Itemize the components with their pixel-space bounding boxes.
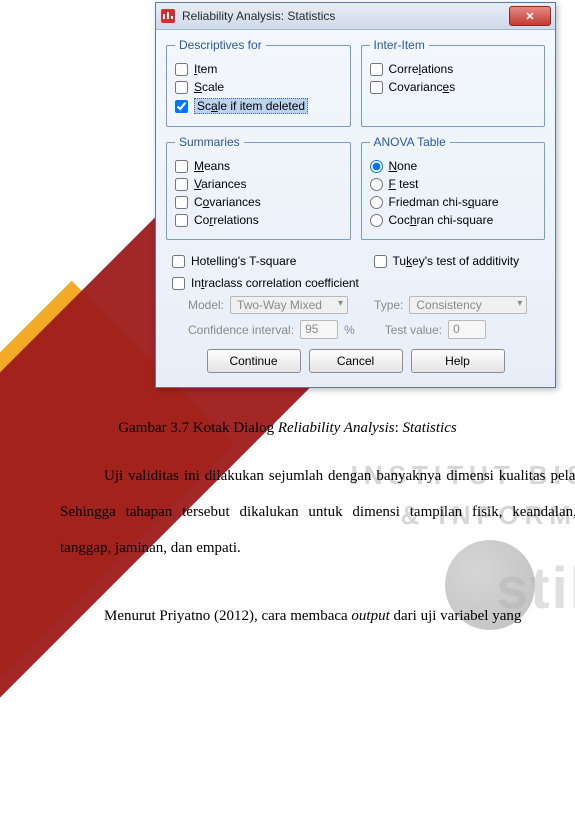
rad-anova-none-input[interactable] bbox=[370, 160, 383, 173]
legend-anova: ANOVA Table bbox=[370, 135, 450, 149]
group-inter-item: Inter-Item Correlations Covariances bbox=[361, 38, 546, 127]
cancel-button[interactable]: Cancel bbox=[309, 349, 403, 373]
continue-button[interactable]: Continue bbox=[207, 349, 301, 373]
group-anova: ANOVA Table None F test Friedman chi-squ… bbox=[361, 135, 546, 240]
chk-sum-means-input[interactable] bbox=[175, 160, 188, 173]
select-model: Two-Way Mixed bbox=[230, 296, 348, 314]
chk-hotelling[interactable]: Hotelling's T-square bbox=[172, 254, 344, 268]
app-icon bbox=[160, 8, 176, 24]
chk-hotelling-input[interactable] bbox=[172, 255, 185, 268]
reliability-statistics-dialog: Reliability Analysis: Statistics ✕ Descr… bbox=[155, 2, 556, 388]
rad-anova-friedman-label: Friedman chi-square bbox=[389, 195, 499, 209]
rad-anova-cochran[interactable]: Cochran chi-square bbox=[370, 213, 537, 227]
chk-item-input[interactable] bbox=[175, 63, 188, 76]
rad-anova-ftest[interactable]: F test bbox=[370, 177, 537, 191]
chk-ii-correlations-label: Correlations bbox=[389, 62, 454, 76]
chk-scale-if-deleted-input[interactable] bbox=[175, 100, 188, 113]
chk-item-label: Item bbox=[194, 62, 217, 76]
chk-tukey-input[interactable] bbox=[374, 255, 387, 268]
chk-sum-covariances-input[interactable] bbox=[175, 196, 188, 209]
dialog-title: Reliability Analysis: Statistics bbox=[182, 9, 509, 23]
row-model-type: Model: Two-Way Mixed Type: Consistency bbox=[188, 296, 545, 314]
legend-descriptives: Descriptives for bbox=[175, 38, 266, 52]
chk-sum-covariances[interactable]: Covariances bbox=[175, 195, 342, 209]
close-button[interactable]: ✕ bbox=[509, 6, 551, 26]
chk-intraclass-label: Intraclass correlation coefficient bbox=[191, 276, 359, 290]
chk-intraclass-input[interactable] bbox=[172, 277, 185, 290]
rad-anova-cochran-label: Cochran chi-square bbox=[389, 213, 494, 227]
chk-scale[interactable]: Scale bbox=[175, 80, 342, 94]
chk-sum-correlations-label: Correlations bbox=[194, 213, 259, 227]
rad-anova-friedman[interactable]: Friedman chi-square bbox=[370, 195, 537, 209]
rad-anova-none[interactable]: None bbox=[370, 159, 537, 173]
label-model: Model: bbox=[188, 298, 224, 312]
button-bar: Continue Cancel Help bbox=[166, 345, 545, 381]
input-ci: 95 bbox=[300, 320, 338, 339]
rad-anova-cochran-input[interactable] bbox=[370, 214, 383, 227]
rad-anova-ftest-input[interactable] bbox=[370, 178, 383, 191]
chk-sum-covariances-label: Covariances bbox=[194, 195, 261, 209]
label-ci: Confidence interval: bbox=[188, 323, 294, 337]
select-type: Consistency bbox=[409, 296, 527, 314]
paragraph-1: Uji validitas ini dilakukan sejumlah den… bbox=[60, 458, 575, 566]
chk-sum-correlations[interactable]: Correlations bbox=[175, 213, 342, 227]
chk-sum-variances[interactable]: Variances bbox=[175, 177, 342, 191]
chk-scale-input[interactable] bbox=[175, 81, 188, 94]
titlebar: Reliability Analysis: Statistics ✕ bbox=[156, 3, 555, 30]
chk-tukey[interactable]: Tukey's test of additivity bbox=[374, 254, 546, 268]
chk-ii-covariances[interactable]: Covariances bbox=[370, 80, 537, 94]
chk-sum-correlations-input[interactable] bbox=[175, 214, 188, 227]
chk-intraclass[interactable]: Intraclass correlation coefficient bbox=[172, 276, 545, 290]
chk-ii-covariances-label: Covariances bbox=[389, 80, 456, 94]
chk-hotelling-label: Hotelling's T-square bbox=[191, 254, 296, 268]
label-ci-pct: % bbox=[344, 323, 355, 337]
chk-ii-covariances-input[interactable] bbox=[370, 81, 383, 94]
rad-anova-none-label: None bbox=[389, 159, 418, 173]
chk-scale-if-deleted[interactable]: Scale if item deleted bbox=[175, 98, 342, 114]
chk-ii-correlations-input[interactable] bbox=[370, 63, 383, 76]
chk-sum-means[interactable]: Means bbox=[175, 159, 342, 173]
rad-anova-ftest-label: F test bbox=[389, 177, 419, 191]
rad-anova-friedman-input[interactable] bbox=[370, 196, 383, 209]
chk-sum-means-label: Means bbox=[194, 159, 230, 173]
input-testvalue: 0 bbox=[448, 320, 486, 339]
chk-sum-variances-input[interactable] bbox=[175, 178, 188, 191]
legend-summaries: Summaries bbox=[175, 135, 244, 149]
group-summaries: Summaries Means Variances Covariances Co… bbox=[166, 135, 351, 240]
dialog-body: Descriptives for Item Scale Scale if ite… bbox=[156, 30, 555, 387]
chk-scale-label: Scale bbox=[194, 80, 224, 94]
chk-tukey-label: Tukey's test of additivity bbox=[393, 254, 520, 268]
paragraph-2: Menurut Priyatno (2012), cara membaca ou… bbox=[60, 598, 575, 634]
chk-item[interactable]: Item bbox=[175, 62, 342, 76]
group-descriptives: Descriptives for Item Scale Scale if ite… bbox=[166, 38, 351, 127]
help-button[interactable]: Help bbox=[411, 349, 505, 373]
chk-scale-if-deleted-label: Scale if item deleted bbox=[194, 98, 308, 114]
close-icon: ✕ bbox=[525, 10, 534, 23]
legend-inter-item: Inter-Item bbox=[370, 38, 429, 52]
row-ci-test: Confidence interval: 95 % Test value: 0 bbox=[188, 320, 545, 339]
label-type: Type: bbox=[374, 298, 403, 312]
lower-checks: Hotelling's T-square Tukey's test of add… bbox=[172, 250, 545, 339]
figure-caption: Gambar 3.7 Kotak Dialog Reliability Anal… bbox=[0, 420, 575, 437]
label-testvalue: Test value: bbox=[385, 323, 442, 337]
chk-ii-correlations[interactable]: Correlations bbox=[370, 62, 537, 76]
chk-sum-variances-label: Variances bbox=[194, 177, 246, 191]
